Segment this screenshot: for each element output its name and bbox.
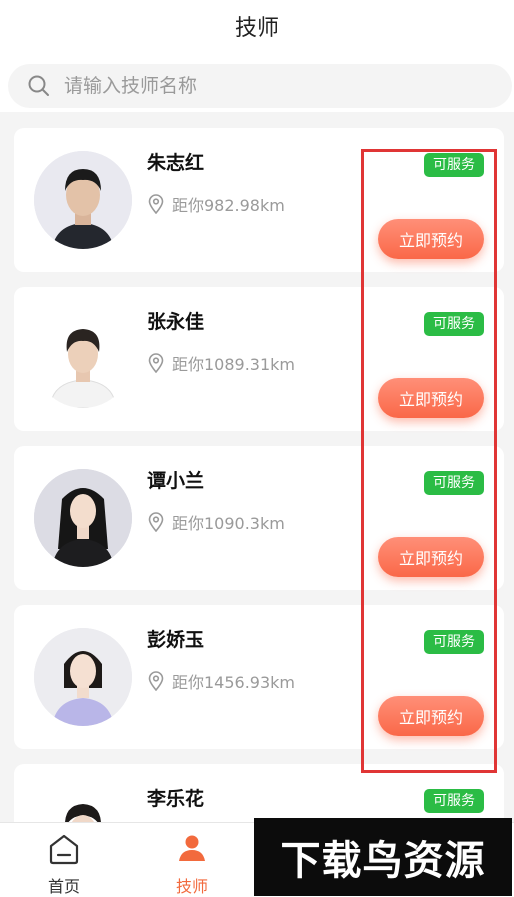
home-icon — [49, 834, 79, 865]
technician-distance: 距你1089.31km — [172, 355, 296, 374]
technician-icon — [179, 835, 205, 861]
avatar — [34, 628, 132, 726]
technician-distance: 距你1090.3km — [172, 514, 285, 533]
technician-name: 李乐花 — [147, 788, 205, 810]
avatar — [34, 151, 132, 249]
technician-distance: 距你982.98km — [172, 196, 285, 215]
header: 技师 — [0, 0, 514, 112]
highlight-box — [361, 149, 497, 773]
location-pin-icon — [148, 671, 164, 691]
page-title: 技师 — [234, 16, 279, 41]
tab-technician[interactable]: 技师 — [128, 823, 256, 897]
tab-home[interactable]: 首页 — [0, 823, 128, 897]
technician-name: 朱志红 — [147, 152, 205, 174]
technician-name: 谭小兰 — [147, 470, 205, 492]
technician-distance: 距你1456.93km — [172, 673, 296, 692]
tab-label: 技师 — [175, 877, 208, 896]
technician-name: 彭娇玉 — [147, 629, 205, 651]
location-pin-icon — [148, 353, 164, 373]
avatar — [34, 310, 132, 408]
search-icon — [28, 75, 49, 96]
avatar — [34, 469, 132, 567]
tab-label: 首页 — [47, 877, 80, 896]
search-bar[interactable] — [8, 64, 512, 108]
status-badge: 可服务 — [424, 789, 484, 813]
technician-name: 张永佳 — [147, 311, 205, 333]
location-pin-icon — [148, 194, 164, 214]
location-pin-icon — [148, 512, 164, 532]
search-input[interactable] — [64, 64, 484, 108]
watermark: 下载鸟资源 — [254, 818, 512, 896]
